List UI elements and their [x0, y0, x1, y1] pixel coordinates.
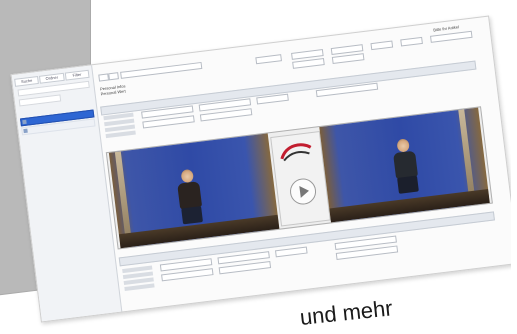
photo-frame: Suche Ordner Filter Personal Infos Perso… [6, 0, 511, 334]
nav-forward-button[interactable] [108, 72, 119, 81]
item-icon [23, 128, 28, 134]
tab-ordner[interactable]: Ordner [39, 72, 65, 84]
address-field[interactable] [120, 61, 203, 79]
app-window: Suche Ordner Filter Personal Infos Perso… [10, 15, 511, 323]
sidebar: Suche Ordner Filter [11, 65, 123, 322]
toolbar-button[interactable] [331, 53, 365, 64]
tab-filter[interactable]: Filter [64, 69, 90, 81]
property-label [124, 283, 155, 291]
toolbar-button[interactable] [400, 36, 423, 47]
property-label [105, 130, 136, 139]
item-icon [22, 119, 27, 125]
toolbar-button[interactable] [430, 30, 473, 43]
toolbar-button[interactable] [370, 40, 394, 51]
right-label: Bitte Ihr Artikel [433, 24, 460, 33]
toolbar-button[interactable] [292, 57, 325, 69]
logo-icon [280, 143, 312, 162]
play-button[interactable] [288, 177, 318, 207]
property-field-highlight[interactable] [274, 246, 308, 258]
tab-suche[interactable]: Suche [14, 75, 40, 87]
toolbar-button[interactable] [255, 54, 282, 65]
video-player[interactable] [105, 106, 493, 250]
video-right[interactable] [319, 107, 490, 223]
video-left[interactable] [108, 133, 280, 249]
